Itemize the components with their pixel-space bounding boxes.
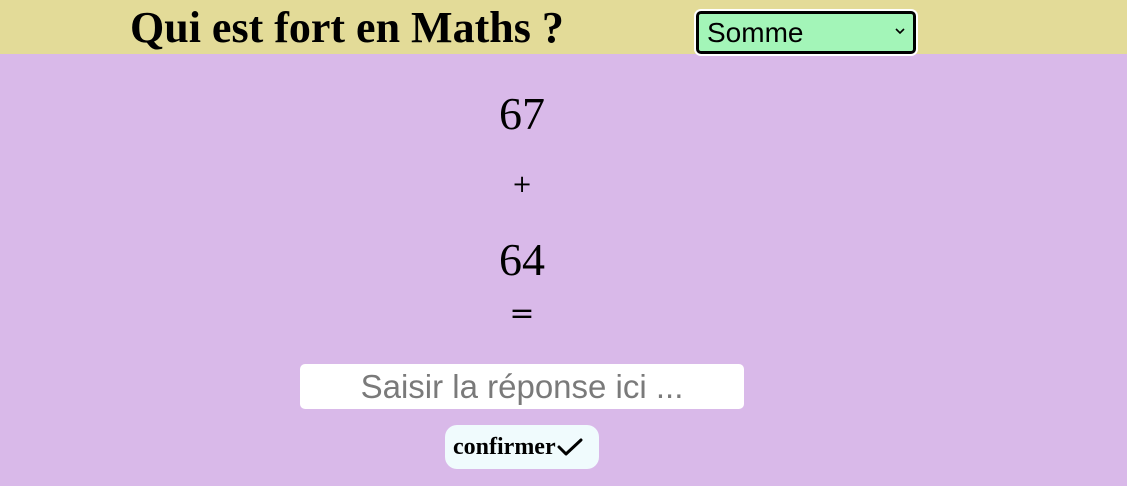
page-title: Qui est fort en Maths ? <box>130 3 564 52</box>
confirm-button[interactable]: confirmer <box>445 425 599 469</box>
operand-b: 64 <box>499 234 545 285</box>
header-bar: Qui est fort en Maths ? Somme <box>0 0 1127 54</box>
operation-select[interactable]: Somme <box>696 11 916 54</box>
operation-select-value: Somme <box>707 17 804 48</box>
check-icon <box>557 438 583 456</box>
equals-symbol: = <box>509 296 535 331</box>
operand-a: 67 <box>499 88 545 139</box>
answer-input[interactable] <box>300 364 744 409</box>
operator-symbol: + <box>511 170 533 198</box>
confirm-button-label: confirmer <box>453 433 556 460</box>
chevron-down-icon <box>895 28 905 35</box>
